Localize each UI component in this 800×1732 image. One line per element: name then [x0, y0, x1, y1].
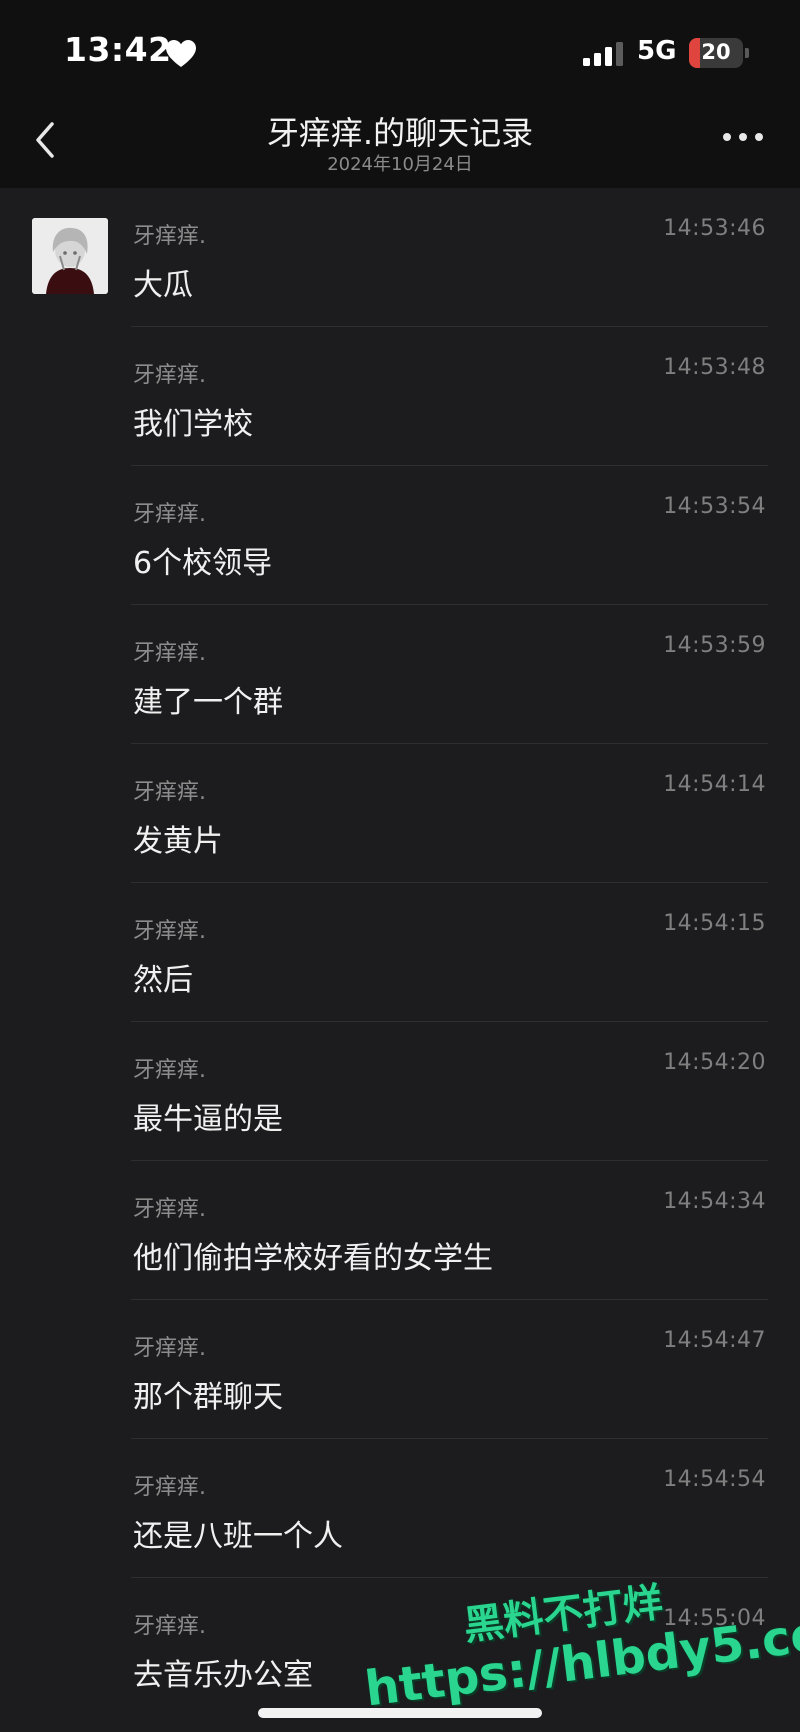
message-sender: 牙痒痒.: [133, 502, 206, 527]
message-time: 14:53:48: [663, 355, 766, 380]
message-time: 14:53:59: [663, 633, 766, 658]
message-sender: 牙痒痒.: [133, 1475, 206, 1500]
status-bar: 13:42 5G 20: [0, 0, 800, 100]
message-item: 牙痒痒. 14:54:20 最牛逼的是: [0, 1022, 800, 1161]
battery-cap: [745, 48, 749, 58]
message-sender: 牙痒痒.: [133, 1336, 206, 1361]
page-title: 牙痒痒.的聊天记录: [266, 114, 534, 152]
network-label: 5G: [637, 36, 677, 66]
message-item: 牙痒痒. 14:54:14 发黄片: [0, 744, 800, 883]
message-time: 14:53:46: [663, 216, 766, 241]
home-indicator[interactable]: [258, 1708, 542, 1718]
message-time: 14:53:54: [663, 494, 766, 519]
message-item: 牙痒痒. 14:53:48 我们学校: [0, 327, 800, 466]
message-time: 14:54:20: [663, 1050, 766, 1075]
message-text[interactable]: 去音乐办公室: [133, 1650, 313, 1694]
signal-icon: [583, 42, 623, 66]
message-sender: 牙痒痒.: [133, 224, 206, 249]
avatar[interactable]: [32, 218, 108, 294]
message-sender: 牙痒痒.: [133, 1614, 206, 1639]
heart-icon: [166, 40, 196, 67]
message-text[interactable]: 6个校领导: [133, 538, 272, 582]
message-time: 14:54:47: [663, 1328, 766, 1353]
message-time: 14:54:34: [663, 1189, 766, 1214]
message-text[interactable]: 他们偷拍学校好看的女学生: [133, 1233, 493, 1277]
message-item: 牙痒痒. 14:54:54 还是八班一个人: [0, 1439, 800, 1578]
battery-indicator: 20: [689, 38, 743, 68]
message-text[interactable]: 大瓜: [133, 260, 193, 304]
message-item: 牙痒痒. 14:53:59 建了一个群: [0, 605, 800, 744]
message-text[interactable]: 最牛逼的是: [133, 1094, 283, 1138]
message-sender: 牙痒痒.: [133, 641, 206, 666]
more-icon[interactable]: [722, 130, 764, 144]
message-sender: 牙痒痒.: [133, 780, 206, 805]
message-time: 14:54:54: [663, 1467, 766, 1492]
message-text[interactable]: 我们学校: [133, 399, 253, 443]
message-sender: 牙痒痒.: [133, 1058, 206, 1083]
message-list: 牙痒痒. 14:53:46 大瓜 牙痒痒. 14:53:48 我们学校 牙痒痒.…: [0, 188, 800, 1717]
message-item: 牙痒痒. 14:54:34 他们偷拍学校好看的女学生: [0, 1161, 800, 1300]
message-text[interactable]: 发黄片: [133, 816, 223, 860]
status-time: 13:42: [64, 30, 172, 69]
message-time: 14:54:14: [663, 772, 766, 797]
page-subtitle-date: 2024年10月24日: [327, 154, 473, 175]
message-time: 14:54:15: [663, 911, 766, 936]
message-item: 牙痒痒. 14:53:54 6个校领导: [0, 466, 800, 605]
message-sender: 牙痒痒.: [133, 363, 206, 388]
message-text[interactable]: 还是八班一个人: [133, 1511, 343, 1555]
message-text[interactable]: 然后: [133, 955, 193, 999]
message-sender: 牙痒痒.: [133, 1197, 206, 1222]
message-item: 牙痒痒. 14:53:46 大瓜: [0, 188, 800, 327]
chat-header: 牙痒痒.的聊天记录 2024年10月24日: [0, 100, 800, 188]
message-item: 牙痒痒. 14:54:15 然后: [0, 883, 800, 1022]
message-item: 牙痒痒. 14:54:47 那个群聊天: [0, 1300, 800, 1439]
message-sender: 牙痒痒.: [133, 919, 206, 944]
message-text[interactable]: 建了一个群: [133, 677, 283, 721]
message-text[interactable]: 那个群聊天: [133, 1372, 283, 1416]
battery-level: 20: [701, 40, 731, 64]
